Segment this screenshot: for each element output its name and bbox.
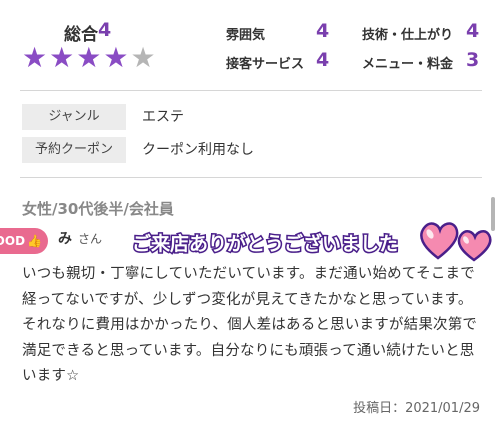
good-badge-text: GOOD: [0, 234, 26, 248]
thumbs-up-icon: 👍: [27, 234, 42, 248]
overall-star-rating: ★ ★ ★ ★ ★: [22, 44, 156, 72]
genre-label: ジャンル: [22, 104, 126, 130]
good-badge: GOOD 👍: [0, 228, 48, 254]
thank-you-stamp: ご来店ありがとうございました: [130, 232, 399, 257]
star-filled-icon: ★: [49, 41, 75, 74]
rating-price-value: 3: [466, 49, 480, 71]
rating-atmosphere-label: 雰囲気: [226, 28, 266, 43]
nickname-suffix: さん: [78, 232, 103, 246]
star-filled-icon: ★: [103, 41, 129, 74]
overall-rating-value: 4: [98, 19, 112, 41]
scrollbar[interactable]: [491, 197, 495, 231]
rating-technique-value: 4: [466, 20, 480, 42]
rating-service-value: 4: [316, 49, 330, 71]
rating-price-label: メニュー・料金: [362, 57, 454, 72]
divider: [20, 177, 482, 178]
review-body: いつも親切・丁寧にしていただいています。まだ通い始めてそこまで経ってないですが、…: [22, 266, 478, 384]
reviewer-nickname: みさん: [58, 228, 102, 248]
divider: [20, 90, 482, 91]
star-filled-icon: ★: [76, 41, 102, 74]
rating-service-label: 接客サービス: [226, 57, 305, 72]
nickname-text: み: [58, 231, 72, 247]
coupon-value: クーポン利用なし: [142, 142, 254, 158]
genre-value: エステ: [142, 109, 184, 125]
coupon-label: 予約クーポン: [22, 137, 126, 163]
star-empty-icon: ★: [130, 41, 156, 74]
star-filled-icon: ★: [22, 41, 48, 74]
rating-atmosphere-value: 4: [316, 20, 330, 42]
rating-technique-label: 技術・仕上がり: [362, 28, 454, 43]
posted-date: 投稿日：2021/01/29: [353, 401, 480, 416]
hearts-icon: [420, 222, 492, 262]
reviewer-profile: 女性/30代後半/会社員: [22, 200, 174, 218]
